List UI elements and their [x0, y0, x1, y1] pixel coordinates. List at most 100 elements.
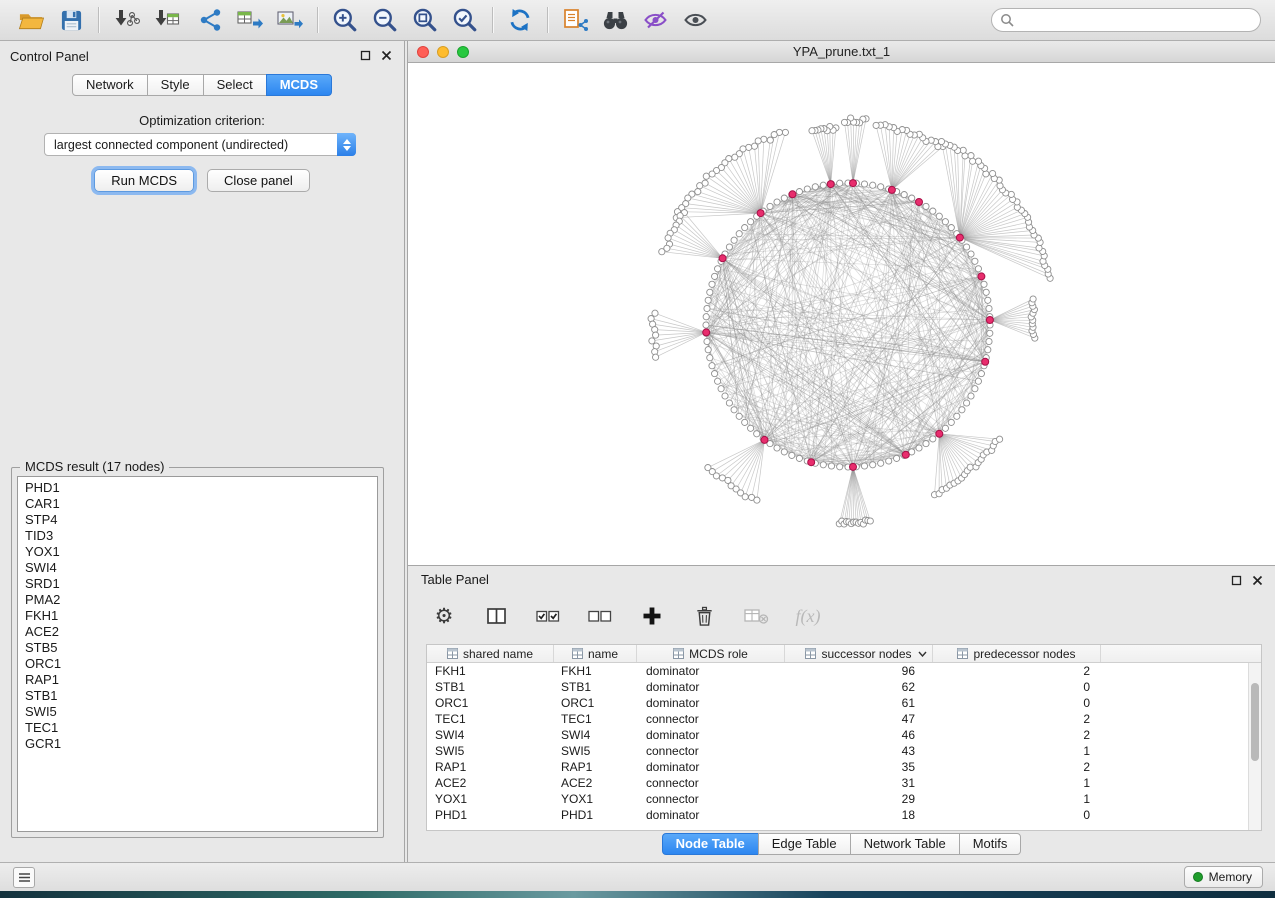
- table-row[interactable]: FKH1FKH1dominator962: [427, 663, 1248, 679]
- cell-name[interactable]: STB1: [554, 680, 637, 694]
- function-builder-button-disabled[interactable]: f(x): [794, 602, 822, 630]
- mcds-result-item[interactable]: SWI4: [18, 560, 377, 576]
- global-search-field[interactable]: [991, 8, 1261, 32]
- cell-successor-nodes[interactable]: 43: [785, 744, 933, 758]
- scrollbar-thumb[interactable]: [1251, 683, 1259, 761]
- mcds-result-item[interactable]: TID3: [18, 528, 377, 544]
- cell-name[interactable]: YOX1: [554, 792, 637, 806]
- table-scrollbar[interactable]: [1248, 663, 1261, 830]
- cell-mcds-role[interactable]: dominator: [637, 760, 785, 774]
- mcds-result-item[interactable]: CAR1: [18, 496, 377, 512]
- delete-table-button-disabled[interactable]: [742, 602, 770, 630]
- tab-network-table[interactable]: Network Table: [850, 833, 960, 855]
- cell-name[interactable]: ACE2: [554, 776, 637, 790]
- cell-shared-name[interactable]: YOX1: [427, 792, 554, 806]
- cell-mcds-role[interactable]: dominator: [637, 728, 785, 742]
- cell-name[interactable]: ORC1: [554, 696, 637, 710]
- memory-button[interactable]: Memory: [1184, 866, 1263, 888]
- tab-motifs[interactable]: Motifs: [959, 833, 1022, 855]
- mcds-result-item[interactable]: SWI5: [18, 704, 377, 720]
- mcds-result-item[interactable]: PHD1: [18, 480, 377, 496]
- tab-edge-table[interactable]: Edge Table: [758, 833, 851, 855]
- optimization-criterion-select[interactable]: largest connected component (undirected): [44, 133, 356, 156]
- find-button[interactable]: [598, 3, 632, 37]
- cell-predecessor-nodes[interactable]: 2: [933, 760, 1101, 774]
- cell-successor-nodes[interactable]: 62: [785, 680, 933, 694]
- cell-mcds-role[interactable]: connector: [637, 744, 785, 758]
- cell-successor-nodes[interactable]: 29: [785, 792, 933, 806]
- export-network-button[interactable]: [193, 3, 227, 37]
- panel-menu-button[interactable]: [13, 867, 35, 888]
- cell-name[interactable]: SWI4: [554, 728, 637, 742]
- column-header-predecessor-nodes[interactable]: predecessor nodes: [933, 645, 1101, 662]
- cell-successor-nodes[interactable]: 47: [785, 712, 933, 726]
- import-network-button[interactable]: [109, 3, 143, 37]
- show-view-button[interactable]: [678, 3, 712, 37]
- cell-shared-name[interactable]: SWI5: [427, 744, 554, 758]
- tab-style[interactable]: Style: [147, 74, 204, 96]
- network-window-titlebar[interactable]: YPA_prune.txt_1: [408, 41, 1275, 63]
- cell-shared-name[interactable]: FKH1: [427, 664, 554, 678]
- show-columns-button[interactable]: [482, 602, 510, 630]
- save-session-button[interactable]: [54, 3, 88, 37]
- mcds-result-item[interactable]: RAP1: [18, 672, 377, 688]
- zoom-selected-button[interactable]: [448, 3, 482, 37]
- mcds-result-item[interactable]: STB1: [18, 688, 377, 704]
- cell-shared-name[interactable]: RAP1: [427, 760, 554, 774]
- close-window-icon[interactable]: [417, 46, 429, 58]
- cell-predecessor-nodes[interactable]: 2: [933, 728, 1101, 742]
- cell-predecessor-nodes[interactable]: 2: [933, 712, 1101, 726]
- table-row[interactable]: YOX1YOX1connector291: [427, 791, 1248, 807]
- network-canvas[interactable]: [408, 63, 1275, 565]
- cell-name[interactable]: SWI5: [554, 744, 637, 758]
- close-panel-button[interactable]: Close panel: [207, 169, 310, 192]
- tab-node-table[interactable]: Node Table: [662, 833, 759, 855]
- mcds-result-item[interactable]: FKH1: [18, 608, 377, 624]
- mcds-result-item[interactable]: ACE2: [18, 624, 377, 640]
- minimize-window-icon[interactable]: [437, 46, 449, 58]
- cell-name[interactable]: TEC1: [554, 712, 637, 726]
- column-header-name[interactable]: name: [554, 645, 637, 662]
- open-session-button[interactable]: [14, 3, 48, 37]
- table-row[interactable]: ORC1ORC1dominator610: [427, 695, 1248, 711]
- mcds-result-item[interactable]: STP4: [18, 512, 377, 528]
- cell-shared-name[interactable]: ACE2: [427, 776, 554, 790]
- tab-mcds[interactable]: MCDS: [266, 74, 332, 96]
- table-row[interactable]: SWI4SWI4dominator462: [427, 727, 1248, 743]
- cell-shared-name[interactable]: ORC1: [427, 696, 554, 710]
- cell-shared-name[interactable]: SWI4: [427, 728, 554, 742]
- zoom-fit-button[interactable]: [408, 3, 442, 37]
- cell-successor-nodes[interactable]: 18: [785, 808, 933, 822]
- cell-mcds-role[interactable]: dominator: [637, 664, 785, 678]
- float-panel-icon[interactable]: [1231, 575, 1242, 586]
- close-panel-icon[interactable]: [1252, 575, 1263, 586]
- cell-shared-name[interactable]: STB1: [427, 680, 554, 694]
- cell-mcds-role[interactable]: connector: [637, 792, 785, 806]
- cell-predecessor-nodes[interactable]: 1: [933, 776, 1101, 790]
- mcds-result-item[interactable]: TEC1: [18, 720, 377, 736]
- cell-successor-nodes[interactable]: 96: [785, 664, 933, 678]
- cell-predecessor-nodes[interactable]: 0: [933, 696, 1101, 710]
- export-image-button[interactable]: [273, 3, 307, 37]
- cell-shared-name[interactable]: TEC1: [427, 712, 554, 726]
- tab-select[interactable]: Select: [203, 74, 267, 96]
- cell-mcds-role[interactable]: connector: [637, 712, 785, 726]
- mcds-result-item[interactable]: YOX1: [18, 544, 377, 560]
- deselect-all-button[interactable]: [586, 602, 614, 630]
- cell-predecessor-nodes[interactable]: 0: [933, 808, 1101, 822]
- mcds-result-item[interactable]: PMA2: [18, 592, 377, 608]
- cell-mcds-role[interactable]: dominator: [637, 808, 785, 822]
- table-row[interactable]: PHD1PHD1dominator180: [427, 807, 1248, 823]
- float-panel-icon[interactable]: [360, 50, 371, 61]
- cell-name[interactable]: FKH1: [554, 664, 637, 678]
- cell-mcds-role[interactable]: dominator: [637, 680, 785, 694]
- search-input[interactable]: [1020, 13, 1252, 27]
- tab-network[interactable]: Network: [72, 74, 148, 96]
- export-document-button[interactable]: [558, 3, 592, 37]
- cell-mcds-role[interactable]: dominator: [637, 696, 785, 710]
- cell-predecessor-nodes[interactable]: 2: [933, 664, 1101, 678]
- mcds-result-item[interactable]: STB5: [18, 640, 377, 656]
- cell-mcds-role[interactable]: connector: [637, 776, 785, 790]
- mcds-result-item[interactable]: SRD1: [18, 576, 377, 592]
- delete-column-button[interactable]: [690, 602, 718, 630]
